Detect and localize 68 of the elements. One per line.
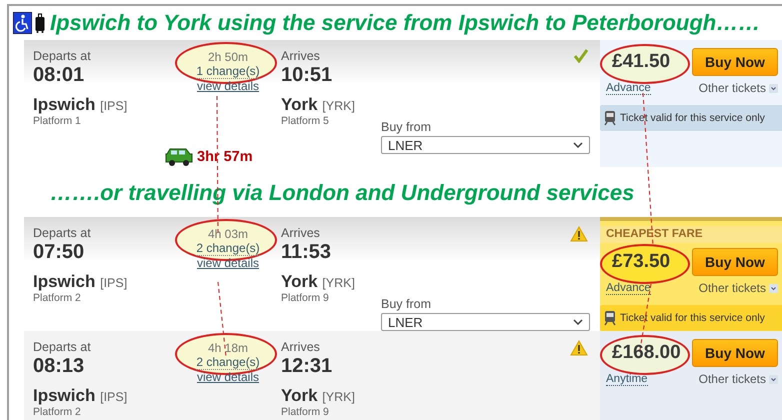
view-details-link[interactable]: view details [196,79,260,93]
arrival-time: 12:31 [281,355,334,378]
journey-duration: 2h 50m [208,50,248,64]
buy-now-button[interactable]: Buy Now [692,248,778,276]
arrives-label: Arrives [281,49,321,63]
wheelchair-icon [13,12,32,34]
annotation-text: …….or travelling via London and Underground services [50,180,634,206]
arrival-time: 10:51 [281,64,334,87]
origin-platform: Platform 2 [33,292,82,304]
other-tickets-link[interactable]: Other tickets [698,372,778,386]
arrives-label: Arrives [281,340,321,354]
destination-platform: Platform 9 [281,406,330,418]
origin-station: Ipswich [IPS] [33,386,128,406]
buy-from-label: Buy from [381,120,432,134]
warning-icon [570,340,588,356]
changes-link[interactable]: 2 change(s) [196,355,260,370]
arrival-time: 11:53 [281,241,332,264]
chevron-down-icon [573,142,583,148]
origin-station: Ipswich [IPS] [33,272,128,292]
checkmark-icon [574,49,588,63]
other-tickets-link[interactable]: Other tickets [698,281,778,295]
dropdown-icon [769,284,778,292]
fare-price: £168.00 [612,342,681,363]
origin-platform: Platform 2 [33,406,82,418]
view-details-link[interactable]: view details [196,256,260,270]
fare-type-link[interactable]: Anytime [606,372,648,386]
buy-now-button[interactable]: Buy Now [692,48,778,76]
annotation-title: Ipswich to York using the service from Ipswich to Peterborough…… [50,10,760,36]
departs-label: Departs at [33,340,92,354]
validity-note: Ticket valid for this service only [620,112,765,124]
other-tickets-link[interactable]: Other tickets [698,81,778,95]
journey-duration: 4h 18m [208,341,248,355]
destination-platform: Platform 5 [281,115,330,127]
dropdown-icon [769,84,778,92]
journey-duration: 4h 03m [208,227,248,241]
departure-time: 08:13 [33,355,86,378]
operator-select[interactable]: LNER [381,136,590,154]
warning-icon [570,226,588,242]
train-icon [604,310,616,326]
chevron-down-icon [573,319,583,325]
view-details-link[interactable]: view details [196,370,260,384]
changes-link[interactable]: 1 change(s) [196,64,260,79]
destination-station: York [YRK] [281,386,356,406]
fare-price: £41.50 [612,51,670,72]
destination-station: York [YRK] [281,95,356,115]
train-icon [604,110,616,126]
fare-type-link[interactable]: Advance [606,282,651,294]
fare-type-link[interactable]: Advance [606,82,651,94]
cheapest-fare-label: CHEAPEST FARE [598,226,782,243]
departs-label: Departs at [33,226,92,240]
drive-time: 3hr 57m [197,149,253,165]
validity-note: Ticket valid for this service only [620,312,765,324]
destination-station: York [YRK] [281,272,356,292]
operator-select[interactable]: LNER [381,313,590,331]
departs-label: Departs at [33,49,92,63]
destination-platform: Platform 9 [281,292,330,304]
origin-station: Ipswich [IPS] [33,95,128,115]
departure-time: 07:50 [33,241,86,264]
origin-platform: Platform 1 [33,115,82,127]
dropdown-icon [769,374,778,384]
arrives-label: Arrives [281,226,321,240]
buy-from-label: Buy from [381,297,432,311]
changes-link[interactable]: 2 change(s) [196,241,260,256]
buy-now-button[interactable]: Buy Now [692,339,778,367]
car-icon [164,147,194,167]
luggage-icon [35,13,45,33]
fare-price: £73.50 [612,251,670,272]
departure-time: 08:01 [33,64,86,87]
